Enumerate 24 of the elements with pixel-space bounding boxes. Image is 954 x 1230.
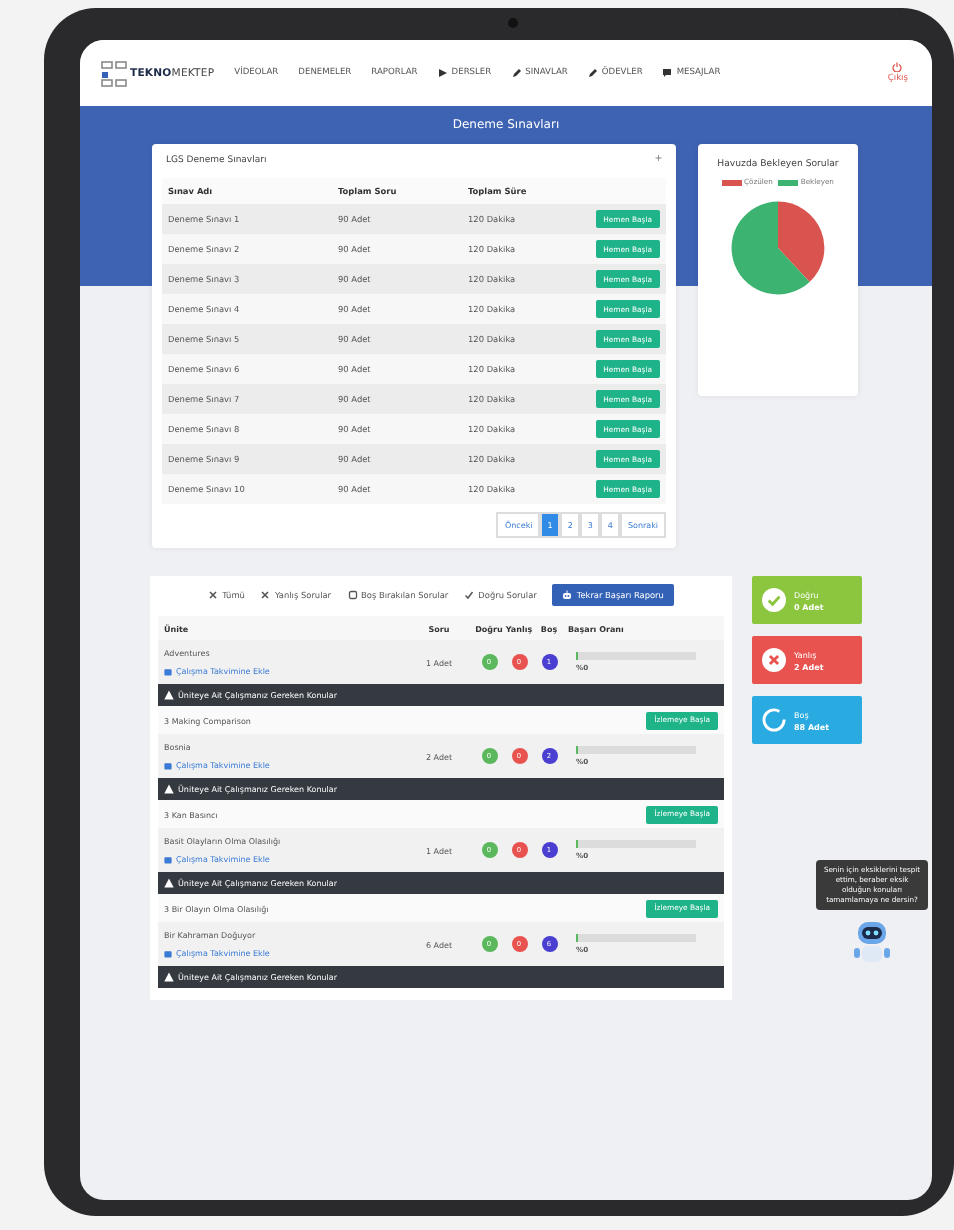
warning-icon bbox=[164, 878, 174, 888]
calendar-icon bbox=[164, 761, 172, 769]
ring-icon bbox=[762, 708, 786, 732]
logo-icon bbox=[100, 59, 128, 87]
power-icon bbox=[892, 62, 903, 72]
warning-icon bbox=[164, 784, 174, 794]
check-icon bbox=[464, 590, 475, 600]
robot-icon bbox=[562, 590, 573, 600]
check-circle-icon bbox=[762, 588, 786, 612]
speech-bubble-icon bbox=[662, 68, 673, 78]
pencil-icon bbox=[587, 68, 598, 78]
robot-icon bbox=[852, 918, 892, 967]
pencil-icon bbox=[511, 68, 522, 78]
cross-icon bbox=[260, 590, 271, 600]
calendar-icon bbox=[164, 949, 172, 957]
play-icon bbox=[437, 68, 448, 78]
cross-icon bbox=[208, 590, 219, 600]
calendar-icon bbox=[164, 667, 172, 675]
cross-circle-icon bbox=[762, 648, 786, 672]
calendar-icon bbox=[164, 855, 172, 863]
warning-icon bbox=[164, 972, 174, 982]
warning-icon bbox=[164, 690, 174, 700]
square-icon bbox=[347, 590, 358, 600]
camera-icon bbox=[508, 18, 518, 28]
